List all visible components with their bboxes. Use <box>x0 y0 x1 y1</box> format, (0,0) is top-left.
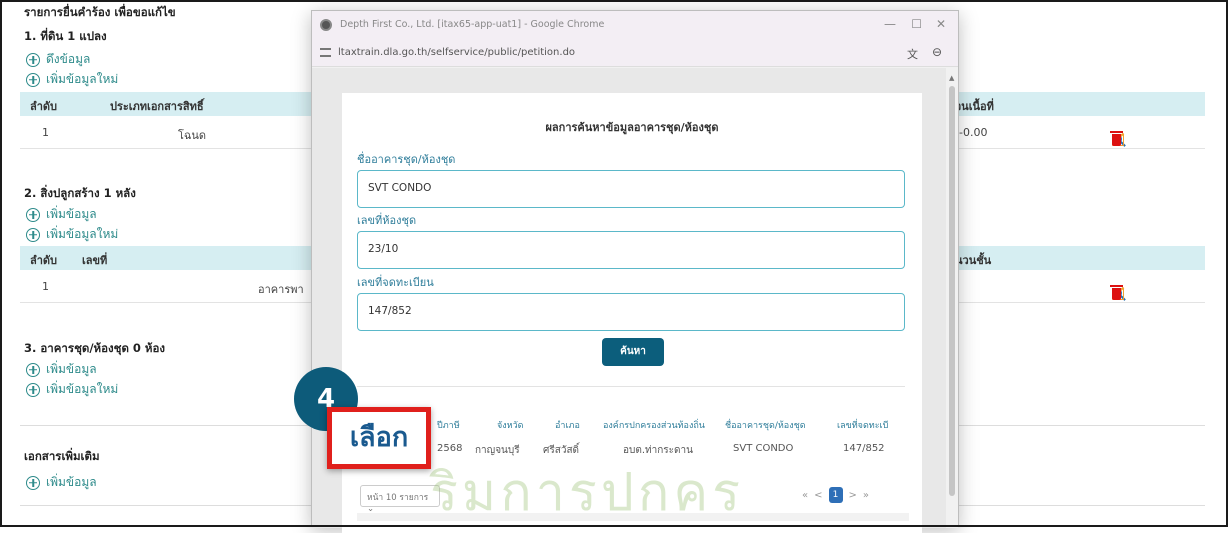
screenshot-border <box>0 0 1228 527</box>
